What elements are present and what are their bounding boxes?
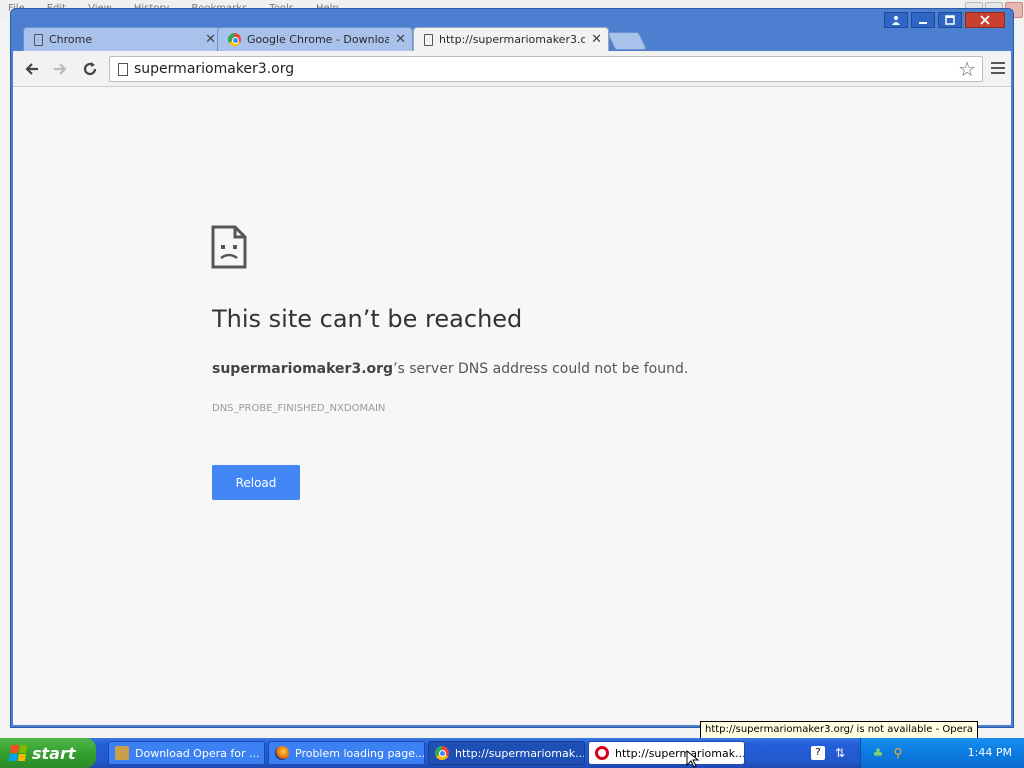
clock: 1:44 PM (967, 746, 1012, 759)
tab-strip: Chrome ✕ Google Chrome - Download t ✕ ht… (17, 27, 997, 51)
profile-button[interactable] (884, 12, 908, 28)
minimize-icon (919, 22, 927, 24)
tab-google-chrome-download[interactable]: Google Chrome - Download t ✕ (217, 27, 413, 51)
back-arrow-icon (25, 63, 38, 75)
firefox-icon (275, 746, 289, 760)
task-label: Problem loading page... (295, 746, 425, 760)
opera-download-icon (115, 746, 129, 760)
close-icon (980, 15, 990, 25)
maximize-button[interactable] (938, 12, 962, 28)
error-title: This site can’t be reached (212, 305, 523, 333)
maximize-icon (945, 15, 955, 25)
task-label: Download Opera for ... (135, 746, 260, 760)
taskbar-item-opera-download[interactable]: Download Opera for ... (108, 741, 265, 765)
error-domain: supermariomaker3.org (212, 361, 394, 377)
help-icon[interactable]: ? (811, 746, 825, 760)
error-message: ’s server DNS address could not be found… (393, 361, 689, 377)
forward-arrow-icon (54, 63, 67, 75)
tab-close-icon[interactable]: ✕ (591, 32, 602, 47)
task-label: http://supermariomak... (455, 746, 585, 760)
start-button[interactable]: start (0, 738, 96, 768)
bookmark-star-icon[interactable]: ☆ (958, 58, 976, 80)
taskbar-item-firefox[interactable]: Problem loading page... (268, 741, 425, 765)
taskbar: start Download Opera for ... Problem loa… (0, 738, 1024, 768)
user-icon (892, 16, 900, 25)
chrome-menu-icon[interactable] (991, 62, 1005, 76)
window-controls (884, 12, 1005, 28)
page-icon (424, 33, 433, 46)
error-code: DNS_PROBE_FINISHED_NXDOMAIN (212, 403, 386, 414)
chrome-window: Chrome ✕ Google Chrome - Download t ✕ ht… (10, 8, 1014, 728)
reload-icon (83, 62, 97, 76)
tab-title: Chrome (49, 33, 93, 46)
tab-close-icon[interactable]: ✕ (395, 32, 406, 47)
page-icon (118, 63, 128, 76)
search-tray-icon[interactable]: ⚲ (891, 746, 905, 760)
google-icon (228, 33, 241, 46)
system-tray: ? ⇅ ♣ ⚲ 1:44 PM (811, 738, 1024, 768)
reload-button[interactable]: Reload (212, 465, 300, 500)
tab-title: http://supermariomaker3.org (439, 33, 586, 46)
new-tab-button[interactable] (606, 32, 648, 50)
taskbar-item-opera[interactable]: http://supermariomak... (588, 741, 745, 765)
minimize-button[interactable] (911, 12, 935, 28)
windows-flag-icon (8, 745, 28, 761)
page-icon (34, 33, 43, 46)
tray-app-icon[interactable]: ♣ (871, 746, 885, 760)
task-label: http://supermariomak... (615, 746, 745, 760)
browser-toolbar: ☆ (13, 51, 1011, 87)
close-button[interactable] (965, 12, 1005, 28)
tab-chrome[interactable]: Chrome ✕ (23, 27, 223, 51)
error-description: supermariomaker3.org’s server DNS addres… (212, 361, 688, 377)
taskbar-item-chrome[interactable]: http://supermariomak... (428, 741, 585, 765)
back-button[interactable] (21, 59, 43, 79)
start-label: start (32, 743, 76, 763)
tab-title: Google Chrome - Download t (247, 33, 390, 46)
url-input[interactable] (134, 59, 934, 79)
network-icon[interactable]: ⇅ (833, 746, 847, 760)
sad-page-icon (211, 225, 247, 269)
tab-close-icon[interactable]: ✕ (205, 32, 216, 47)
tab-supermariomaker3[interactable]: http://supermariomaker3.org ✕ (413, 27, 609, 51)
opera-icon (595, 746, 609, 760)
chrome-icon (435, 746, 449, 760)
forward-button[interactable] (49, 59, 71, 79)
status-tooltip: http://supermariomaker3.org/ is not avai… (700, 721, 978, 739)
page-content: This site can’t be reached supermariomak… (13, 87, 1011, 725)
mouse-cursor-icon (686, 750, 700, 768)
omnibox[interactable]: ☆ (109, 56, 983, 82)
reload-toolbar-button[interactable] (79, 59, 101, 79)
